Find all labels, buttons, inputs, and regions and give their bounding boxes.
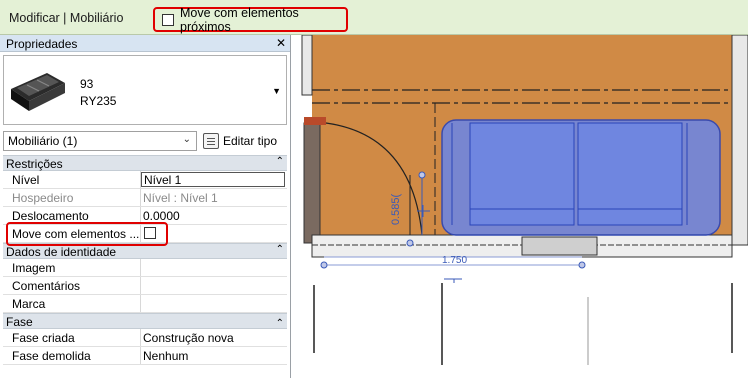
edit-type-icon: [203, 133, 219, 149]
group-fase[interactable]: Fase: [3, 313, 287, 329]
group-restricoes[interactable]: Restrições: [3, 155, 287, 171]
properties-title: Propriedades: [6, 37, 78, 51]
move-with-nearby-checkbox[interactable]: [162, 13, 174, 26]
type-selector[interactable]: 93 RY235 ▼: [3, 55, 287, 125]
move-with-nearby-label: Move com elementos próximos: [180, 5, 299, 34]
fase-demolida-field[interactable]: Nenhum: [141, 347, 287, 364]
row-deslocamento[interactable]: Deslocamento 0.0000: [3, 207, 287, 225]
properties-grid: Restrições Nível Nível 1 Hospedeiro Níve…: [3, 155, 287, 365]
row-hospedeiro: Hospedeiro Nível : Nível 1: [3, 189, 287, 207]
sofa-thumbnail-icon: [11, 73, 65, 111]
context-title: Modificar | Mobiliário: [9, 11, 124, 25]
edit-type-label: Editar tipo: [223, 134, 278, 148]
row-key: Comentários: [3, 277, 141, 294]
instance-filter-select[interactable]: Mobiliário (1) ⌄: [3, 131, 197, 151]
dim-vertical-text[interactable]: 0.585(: [390, 193, 402, 225]
marca-field[interactable]: [141, 295, 287, 312]
deslocamento-field[interactable]: 0.0000: [141, 207, 287, 224]
row-move-com-elementos[interactable]: Move com elementos ...: [3, 225, 287, 243]
move-with-nearby-property-checkbox[interactable]: [144, 227, 156, 239]
row-key: Fase demolida: [3, 347, 141, 364]
sofa[interactable]: [441, 119, 721, 236]
fase-criada-field[interactable]: Construção nova: [141, 329, 287, 346]
type-family-name: 93: [80, 77, 94, 91]
type-name: RY235: [80, 94, 117, 108]
comentarios-field[interactable]: [141, 277, 287, 294]
row-key: Marca: [3, 295, 141, 312]
row-key: Nível: [3, 171, 141, 188]
drawing-canvas[interactable]: 0.585( 1.750: [292, 35, 748, 378]
row-comentarios[interactable]: Comentários: [3, 277, 287, 295]
collapse-icon[interactable]: ⌃: [276, 156, 284, 167]
nivel-field[interactable]: Nível 1: [141, 172, 285, 187]
hospedeiro-value: Nível : Nível 1: [143, 191, 218, 205]
row-fase-demolida[interactable]: Fase demolida Nenhum: [3, 347, 287, 365]
group-dados-identidade[interactable]: Dados de identidade: [3, 243, 287, 259]
row-key: Deslocamento: [3, 207, 141, 224]
imagem-field[interactable]: [141, 259, 287, 276]
row-nivel[interactable]: Nível Nível 1: [3, 171, 287, 189]
properties-panel: Propriedades ✕ 93 RY235 ▼ Mobiliário (1)…: [0, 35, 291, 378]
instance-filter-value: Mobiliário (1): [8, 134, 78, 148]
row-key: Imagem: [3, 259, 141, 276]
dim-horizontal-text[interactable]: 1.750: [442, 255, 467, 266]
group-label: Fase: [6, 315, 33, 329]
move-value-cell[interactable]: [141, 225, 287, 242]
row-marca[interactable]: Marca: [3, 295, 287, 313]
row-key: Fase criada: [3, 329, 141, 346]
row-key: Move com elementos ...: [3, 225, 141, 242]
group-label: Restrições: [6, 157, 63, 171]
plan-drawing[interactable]: 0.585( 1.750: [292, 35, 748, 378]
collapse-icon[interactable]: ⌃: [276, 318, 284, 329]
contextual-tab-bar: Modificar | Mobiliário Move com elemento…: [0, 0, 748, 35]
row-imagem[interactable]: Imagem: [3, 259, 287, 277]
group-label: Dados de identidade: [6, 245, 117, 259]
collapse-icon[interactable]: ⌃: [276, 244, 284, 255]
row-key: Hospedeiro: [3, 189, 141, 206]
properties-header: Propriedades ✕: [0, 35, 290, 52]
dropdown-arrow-icon[interactable]: ▼: [272, 86, 281, 96]
row-fase-criada[interactable]: Fase criada Construção nova: [3, 329, 287, 347]
move-with-nearby-option[interactable]: Move com elementos próximos: [153, 5, 348, 34]
edit-type-button[interactable]: Editar tipo: [203, 131, 285, 151]
close-icon[interactable]: ✕: [276, 36, 286, 50]
instance-row: Mobiliário (1) ⌄ Editar tipo: [3, 131, 287, 153]
chevron-down-icon: ⌄: [182, 134, 191, 145]
